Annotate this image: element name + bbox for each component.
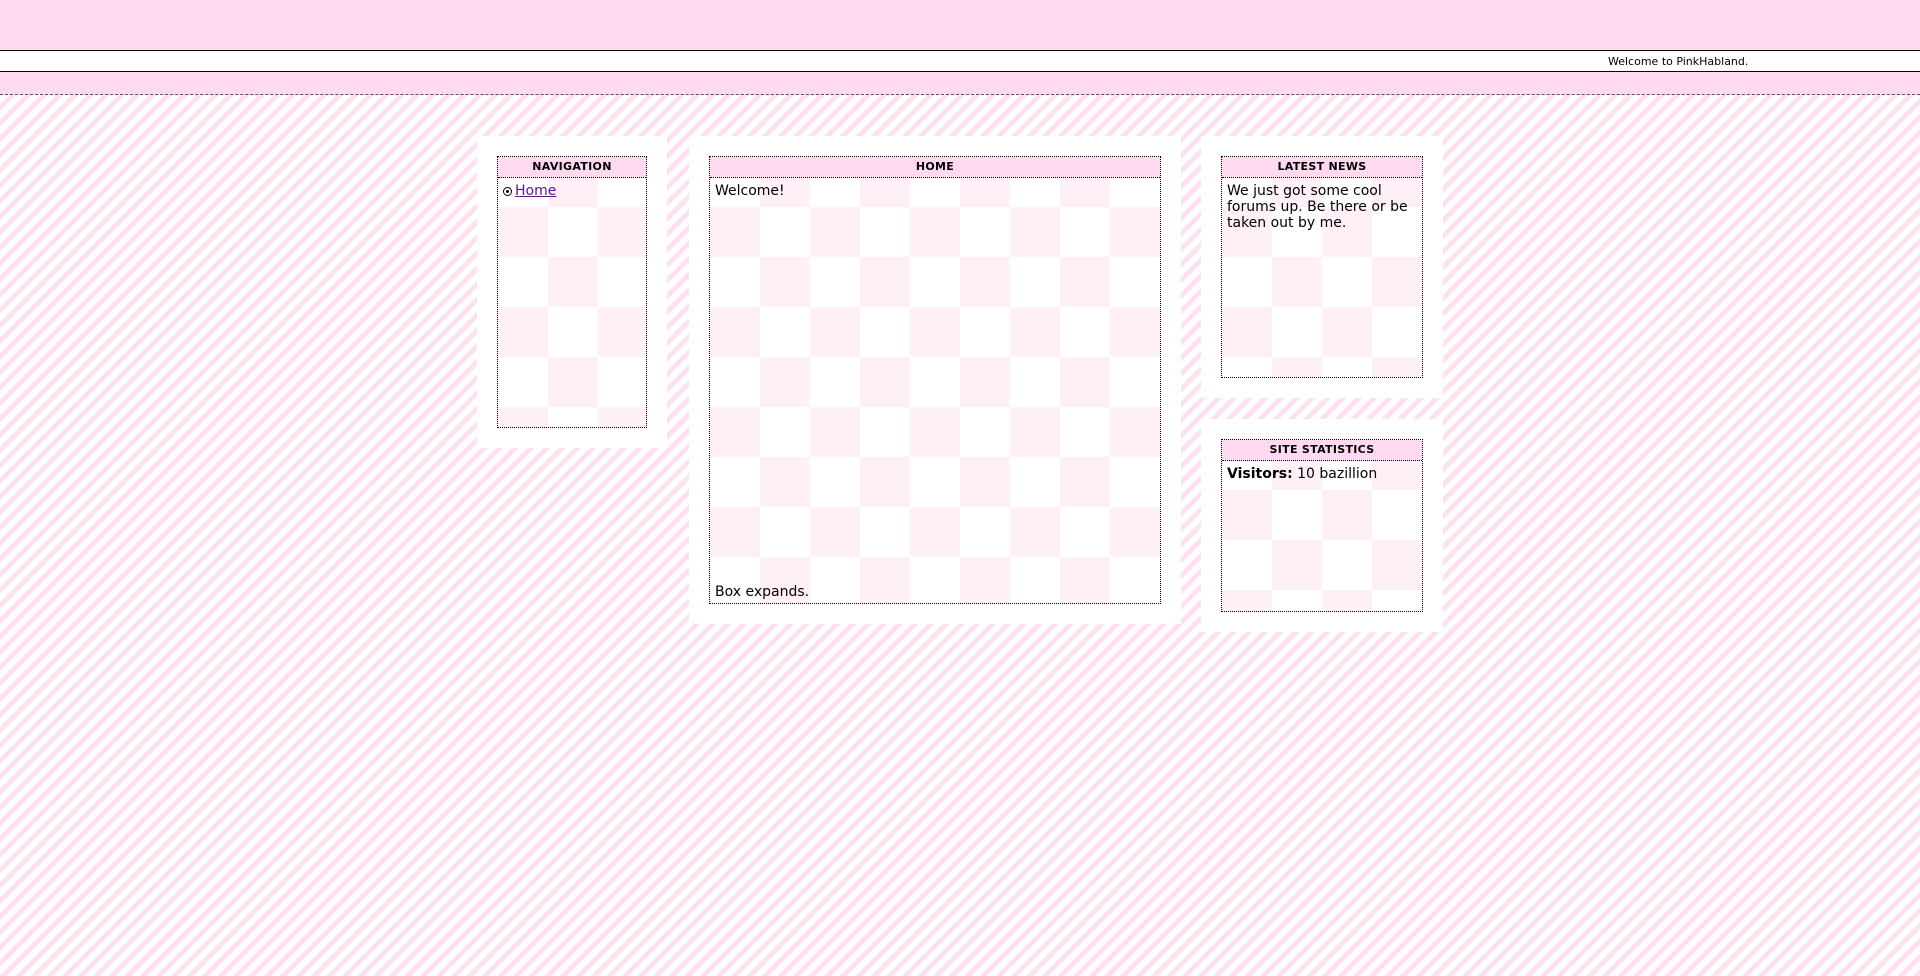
- nav-item-home: Home: [503, 183, 641, 199]
- news-panel: LATEST NEWS We just got some cool forums…: [1201, 136, 1443, 398]
- visitors-label: Visitors:: [1227, 466, 1293, 482]
- top-banner: [0, 0, 1920, 50]
- visitors-value: 10 bazillion: [1297, 466, 1378, 482]
- sub-banner: [0, 72, 1920, 95]
- stats-box: SITE STATISTICS Visitors: 10 bazillion: [1221, 439, 1423, 612]
- navigation-panel: NAVIGATION Home: [477, 136, 667, 448]
- news-box: LATEST NEWS We just got some cool forums…: [1221, 156, 1423, 378]
- bullet-circle-icon: [503, 186, 512, 196]
- welcome-text: Welcome to PinkHabland.: [1608, 55, 1749, 68]
- news-title: LATEST NEWS: [1222, 157, 1422, 178]
- stats-panel: SITE STATISTICS Visitors: 10 bazillion: [1201, 419, 1443, 632]
- news-content: We just got some cool forums up. Be ther…: [1222, 178, 1422, 236]
- welcome-bar: Welcome to PinkHabland.: [0, 50, 1920, 72]
- home-footer-text: Box expands.: [715, 584, 810, 600]
- stats-content: Visitors: 10 bazillion: [1222, 461, 1422, 487]
- home-content: Welcome!: [710, 178, 1160, 204]
- home-intro-text: Welcome!: [715, 183, 785, 199]
- home-panel: HOME Welcome! Box expands.: [689, 136, 1181, 624]
- navigation-box: NAVIGATION Home: [497, 156, 647, 428]
- home-title: HOME: [710, 157, 1160, 178]
- home-box: HOME Welcome! Box expands.: [709, 156, 1161, 604]
- navigation-list: Home: [498, 178, 646, 204]
- news-text: We just got some cool forums up. Be ther…: [1227, 183, 1408, 231]
- navigation-title: NAVIGATION: [498, 157, 646, 178]
- nav-link-home[interactable]: Home: [515, 183, 556, 199]
- stats-title: SITE STATISTICS: [1222, 440, 1422, 461]
